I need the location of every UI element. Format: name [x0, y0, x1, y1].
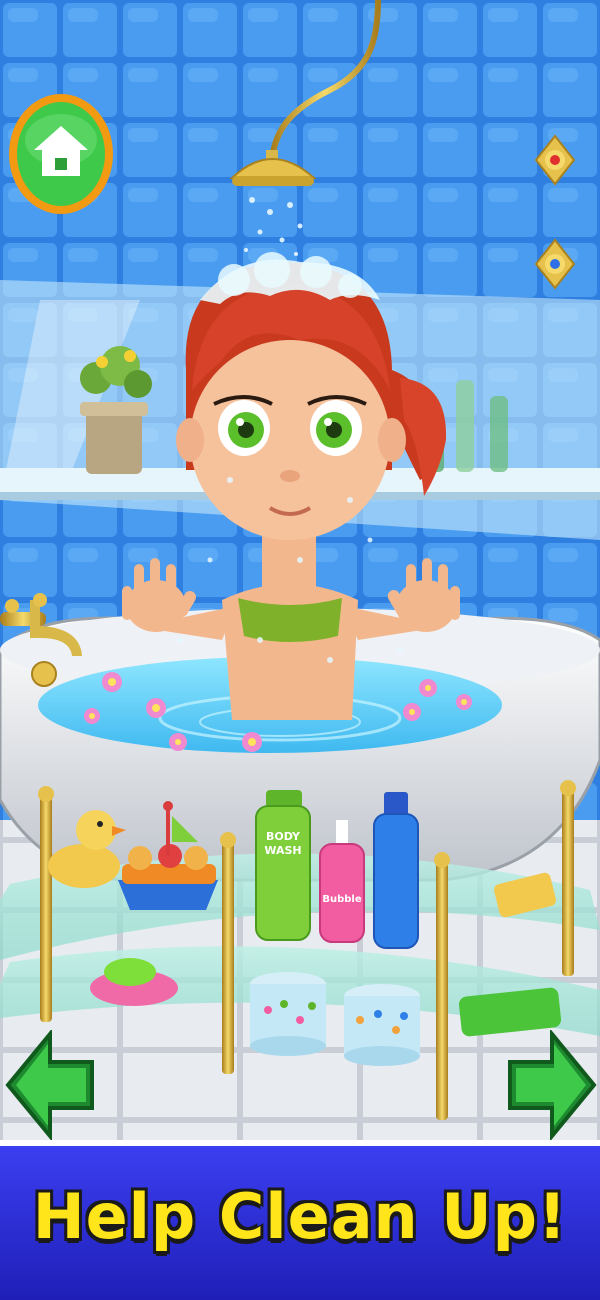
bubble-label: Bubble [322, 894, 361, 905]
body-wash-label-1: BODY [266, 830, 301, 843]
bath-salt-jar-1[interactable] [250, 972, 326, 1056]
cold-water-valve[interactable] [530, 234, 580, 294]
caption-text: Help Clean Up! [32, 1180, 568, 1253]
faucet-valve-icon [534, 238, 576, 290]
bath-salt-jar-2[interactable] [344, 984, 420, 1066]
shampoo-bottle[interactable] [373, 792, 419, 949]
arrow-left-icon [5, 1030, 94, 1140]
caption-banner: Help Clean Up! [0, 1140, 600, 1300]
hot-water-valve[interactable] [530, 130, 580, 190]
bathroom-scene: BODY WASH Bubble [0, 0, 600, 1140]
back-button[interactable] [4, 1030, 96, 1140]
house-icon [9, 94, 113, 214]
home-button[interactable] [8, 92, 114, 216]
body-wash-bottle[interactable]: BODY WASH [255, 790, 311, 941]
faucet-valve-icon [534, 134, 576, 186]
arrow-right-icon [508, 1030, 597, 1140]
body-wash-label-2: WASH [264, 844, 301, 857]
next-button[interactable] [506, 1030, 598, 1140]
